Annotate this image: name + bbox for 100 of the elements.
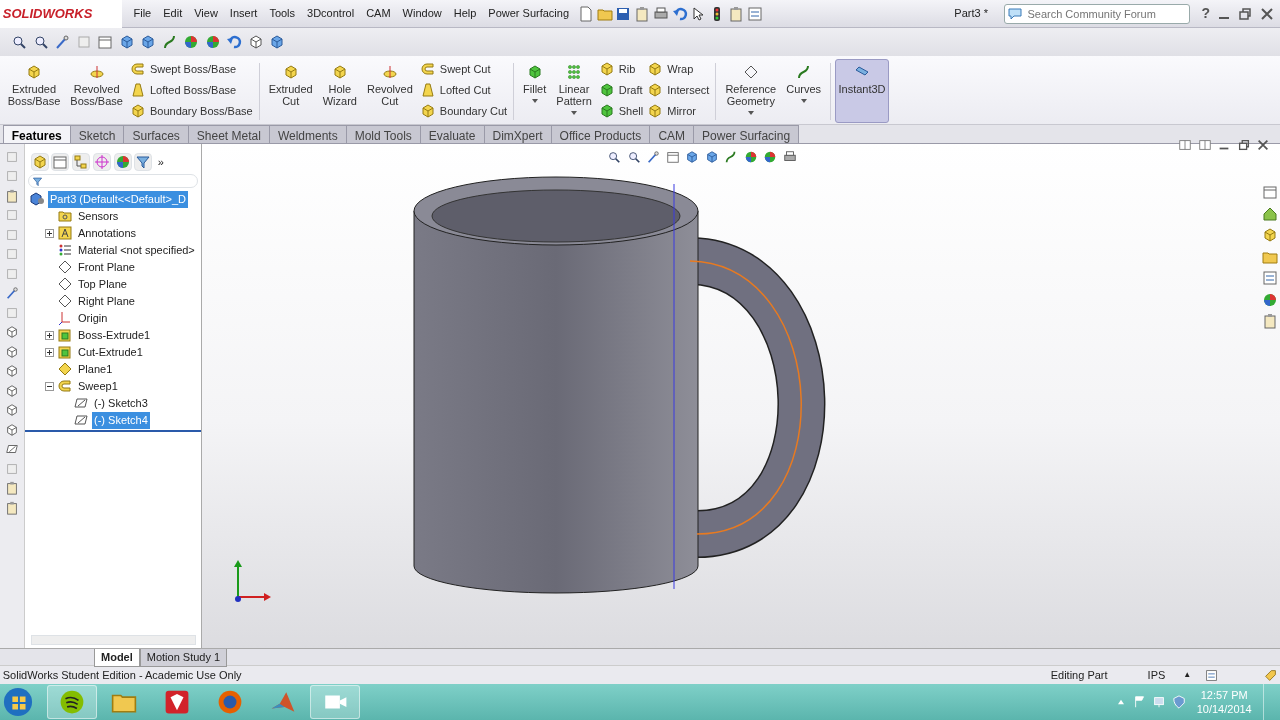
printer-icon[interactable]	[652, 5, 669, 22]
crosshair-icon[interactable]	[93, 153, 110, 170]
flag-icon[interactable]	[1132, 695, 1147, 709]
tree-item[interactable]: Right Plane	[76, 293, 137, 310]
tree-item[interactable]: Plane1	[76, 361, 115, 378]
cube-icon[interactable]	[31, 153, 48, 170]
clipboard-icon[interactable]	[634, 5, 651, 22]
clipboard-icon[interactable]	[5, 500, 19, 515]
menu-item[interactable]: Power Surfacing	[482, 5, 576, 22]
ribbon-button[interactable]: Extruded Cut	[263, 58, 318, 124]
menu-item[interactable]: Help	[447, 5, 483, 22]
ribbon-button[interactable]: Intersect	[645, 79, 712, 101]
clipboard-icon[interactable]	[5, 481, 19, 495]
shield-icon[interactable]	[1171, 695, 1186, 709]
checklist-icon[interactable]	[1262, 270, 1278, 286]
ribbon-tab[interactable]: Mold Tools	[345, 125, 421, 143]
wand-icon[interactable]	[54, 34, 70, 50]
cube-icon[interactable]	[5, 403, 19, 417]
ribbon-tab[interactable]: Sheet Metal	[187, 125, 270, 143]
sphere-icon[interactable]	[1262, 291, 1278, 308]
tree-item[interactable]: Boss-Extrude1	[76, 327, 153, 344]
ribbon-tab[interactable]: Evaluate	[419, 125, 485, 143]
music-app-icon[interactable]	[58, 689, 85, 715]
help-button[interactable]: ?	[1195, 3, 1216, 24]
cube-icon[interactable]	[5, 325, 19, 339]
more-tabs-button[interactable]: »	[157, 153, 164, 170]
caret-icon[interactable]: ▲	[1183, 669, 1192, 681]
curve-icon[interactable]	[724, 150, 738, 164]
tree-item[interactable]: (-) Sketch3	[92, 395, 150, 412]
menu-item[interactable]: View	[188, 5, 224, 22]
menu-item[interactable]: Insert	[223, 5, 264, 22]
ribbon-button[interactable]: Lofted Cut	[417, 79, 510, 101]
scrollbar[interactable]	[30, 635, 196, 646]
ribbon-button[interactable]: Linear Pattern	[551, 58, 597, 124]
menu-item[interactable]: Edit	[157, 5, 189, 22]
sphere-icon[interactable]	[763, 150, 777, 164]
ribbon-button[interactable]: Boundary Boss/Base	[127, 100, 255, 122]
ribbon-button[interactable]: Rib	[596, 58, 646, 80]
tree-item[interactable]: Annotations	[76, 225, 139, 242]
ribbon-tab[interactable]: Sketch	[69, 125, 125, 143]
ribbon-button[interactable]: Fillet	[518, 58, 552, 124]
ribbon-button[interactable]: Extruded Boss/Base	[2, 58, 66, 124]
document-icon[interactable]	[577, 5, 594, 22]
restore-icon[interactable]	[1237, 5, 1253, 22]
menu-item[interactable]: File	[127, 5, 158, 22]
wand-icon[interactable]	[5, 286, 19, 300]
sphere-icon[interactable]	[743, 150, 758, 164]
units-selector[interactable]: IPS	[1147, 666, 1166, 684]
close-icon[interactable]	[1258, 5, 1275, 22]
plane-icon[interactable]	[57, 361, 73, 378]
clipboard-icon[interactable]	[1262, 313, 1278, 329]
magnifier-icon[interactable]	[11, 34, 27, 50]
clipboard-icon[interactable]	[5, 188, 19, 203]
tree-item[interactable]: Top Plane	[76, 276, 129, 293]
checklist-icon[interactable]	[746, 5, 763, 22]
ribbon-button[interactable]: Wrap	[645, 58, 712, 80]
tree-item[interactable]: Sweep1	[76, 378, 120, 395]
sphere-icon[interactable]	[183, 34, 199, 50]
tree-item[interactable]: Cut-Extrude1	[76, 344, 145, 361]
browser-icon[interactable]	[216, 689, 243, 715]
caret-icon[interactable]	[571, 110, 578, 115]
cube-icon[interactable]	[685, 150, 699, 164]
ribbon-button[interactable]: Boundary Cut	[417, 100, 510, 122]
cube-icon[interactable]	[5, 422, 19, 437]
cube-icon[interactable]	[5, 364, 19, 378]
curve-icon[interactable]	[161, 34, 178, 50]
ribbon-button[interactable]: Draft	[596, 79, 646, 101]
ribbon-tab[interactable]: DimXpert	[483, 125, 552, 143]
tag-icon[interactable]	[1264, 668, 1278, 682]
ribbon-button[interactable]: Lofted Boss/Base	[127, 79, 255, 101]
plane-icon[interactable]	[57, 259, 73, 276]
expand-icon[interactable]	[45, 228, 54, 238]
tree-item[interactable]: Material <not specified>	[76, 242, 197, 259]
cube-icon[interactable]	[704, 150, 719, 164]
property-icon[interactable]	[97, 34, 113, 50]
printer-icon[interactable]	[782, 150, 797, 164]
menu-item[interactable]: Window	[396, 5, 448, 22]
ribbon-tab[interactable]: Power Surfacing	[693, 125, 800, 143]
cube-icon[interactable]	[118, 34, 135, 50]
plane-icon[interactable]	[57, 293, 73, 310]
expand-icon[interactable]	[45, 330, 54, 340]
caret-icon[interactable]	[531, 98, 538, 103]
cube-icon[interactable]	[140, 34, 156, 50]
sphere-icon[interactable]	[204, 34, 221, 50]
ribbon-tab[interactable]: Office Products	[550, 125, 651, 143]
split-view-icon[interactable]	[1197, 138, 1212, 152]
start-orb-icon[interactable]	[2, 687, 33, 717]
ribbon-button[interactable]: Swept Cut	[417, 58, 510, 80]
tree-item[interactable]: Front Plane	[76, 259, 137, 276]
search-field[interactable]: Search Community Forum	[1004, 3, 1191, 24]
funnel-icon[interactable]	[135, 153, 152, 170]
annotation-icon[interactable]	[57, 225, 73, 242]
folder-icon[interactable]	[57, 208, 73, 225]
tree-item[interactable]: Sensors	[76, 208, 121, 225]
house-icon[interactable]	[1262, 205, 1278, 222]
sphere-icon[interactable]	[114, 153, 131, 170]
ribbon-button[interactable]: Shell	[596, 100, 646, 122]
sketch-icon[interactable]	[5, 442, 19, 456]
ribbon-button[interactable]: Hole Wizard	[317, 58, 362, 124]
tree-item[interactable]: Origin	[76, 310, 110, 327]
